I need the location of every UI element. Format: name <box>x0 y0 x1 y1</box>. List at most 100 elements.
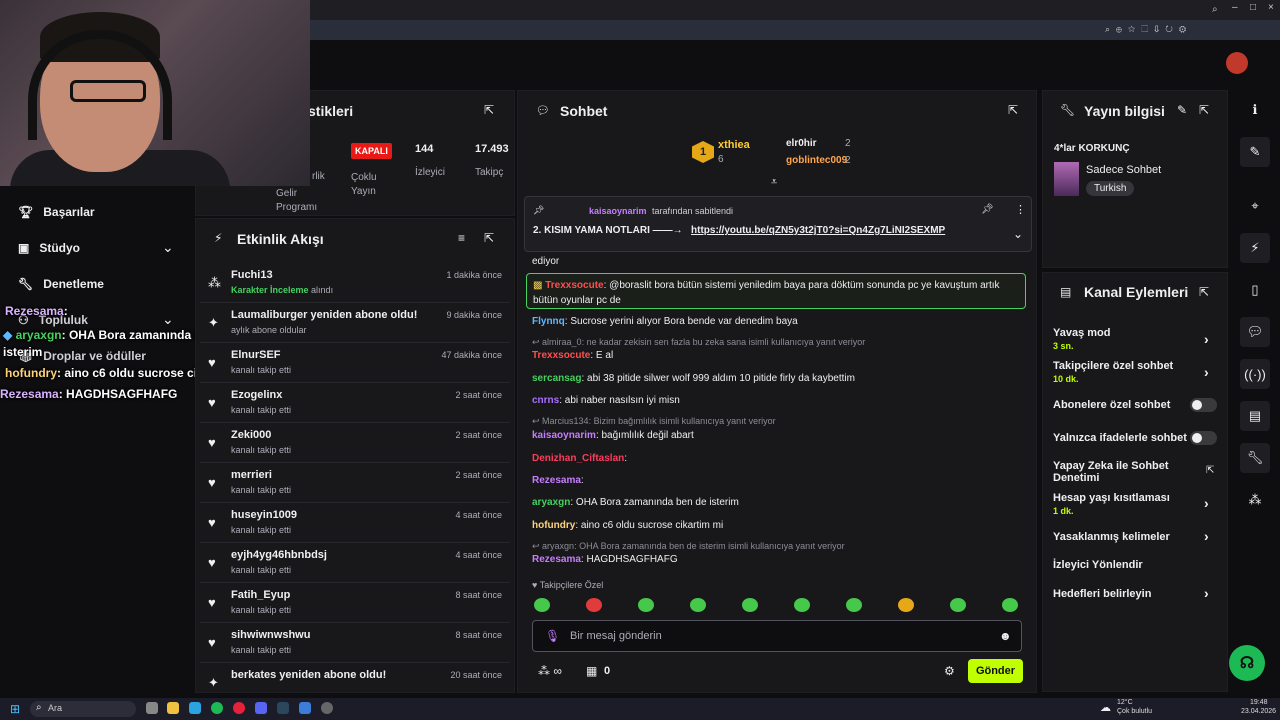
activity-name[interactable]: merrieri <box>231 469 421 481</box>
discord-icon[interactable] <box>255 702 267 714</box>
chat-username[interactable]: Flynnq <box>532 316 565 327</box>
account-age-row[interactable]: Hesap yaşı kısıtlaması 1 dk. <box>1053 492 1170 516</box>
edit-pencil-icon[interactable]: ✎ <box>1240 137 1270 167</box>
activity-item[interactable]: ♥ sihwiwnwshwu kanalı takip etti 8 saat önc… <box>200 623 510 663</box>
redirect-viewers-row[interactable]: İzleyici Yönlendir <box>1053 559 1143 571</box>
emote-icon[interactable] <box>690 598 706 612</box>
emote-icon[interactable] <box>742 598 758 612</box>
chat-username[interactable]: cnrns <box>532 395 559 406</box>
activity-item[interactable]: ✦ berkates yeniden abone oldu! 20 saat önc… <box>200 663 510 703</box>
store-icon[interactable]: ▦ <box>586 664 597 678</box>
emote-icon[interactable] <box>586 598 602 612</box>
chevron-down-icon[interactable]: ⌄ <box>1013 227 1023 241</box>
activity-name[interactable]: huseyin1009 <box>231 509 421 521</box>
popout-icon[interactable]: ⇱ <box>484 103 494 117</box>
activity-item[interactable]: ♥ Fatih_Eyup kanalı takip etti 8 saat önce <box>200 583 510 623</box>
set-goals-row[interactable]: Hedefleri belirleyin <box>1053 588 1151 600</box>
chat-username[interactable]: Denizhan_Ciftaslan <box>532 453 624 464</box>
maximize-icon[interactable]: □ <box>1250 2 1256 13</box>
file-explorer-icon[interactable] <box>167 702 179 714</box>
spotify-icon[interactable] <box>211 702 223 714</box>
activity-name[interactable]: berkates yeniden abone oldu! <box>231 669 421 681</box>
windows-start-icon[interactable]: ⊞ <box>10 702 20 716</box>
activity-item[interactable]: ♥ Ezogelinx kanalı takip etti 2 saat önce <box>200 383 510 423</box>
app-icon[interactable] <box>321 702 333 714</box>
emote-icon[interactable] <box>1002 598 1018 612</box>
task-view-icon[interactable] <box>146 702 158 714</box>
popout-icon[interactable]: ⇱ <box>1008 103 1018 117</box>
close-icon[interactable]: × <box>1268 2 1274 13</box>
search-icon[interactable]: ⌕ <box>1212 4 1218 15</box>
chat-username[interactable]: Trexxsocute <box>545 280 603 291</box>
activity-item[interactable]: ♥ huseyin1009 kanalı takip etti 4 saat önce <box>200 503 510 543</box>
app-icon[interactable] <box>299 702 311 714</box>
external-link-icon[interactable]: ⇱ <box>1206 465 1214 476</box>
sidebar-item-studio[interactable]: ▣ Stüdyo <box>18 241 80 255</box>
activity-name[interactable]: Fuchi13 <box>231 269 421 281</box>
activity-name[interactable]: Laumaliburger yeniden abone oldu! <box>231 309 421 321</box>
leader-second-name[interactable]: elr0hir <box>772 138 817 149</box>
settings-gear-icon[interactable]: ⚙︎ <box>944 664 955 678</box>
activity-item[interactable]: ♥ eyjh4yg46hbnbdsj kanalı takip etti 4 saat… <box>200 543 510 583</box>
activity-name[interactable]: Ezogelinx <box>231 389 421 401</box>
chat-username[interactable]: aryaxgn <box>532 497 570 508</box>
popout-icon[interactable]: ⇱ <box>1199 285 1209 299</box>
user-avatar[interactable] <box>1226 52 1248 74</box>
popout-icon[interactable]: ⇱ <box>1199 103 1209 117</box>
chat-username[interactable]: hofundry <box>532 520 575 531</box>
taskbar-search[interactable]: ⌕ Ara <box>30 701 136 717</box>
chat-username[interactable]: sercansag <box>532 373 581 384</box>
chat-input-box[interactable]: 🎙︎ Bir mesaj gönderin ☻ <box>532 620 1022 652</box>
extensions-icon[interactable]: ⌕⊕☆⬚⇩↻⚙ <box>1105 24 1192 35</box>
activity-name[interactable]: Zeki000 <box>231 429 421 441</box>
wrench-icon[interactable]: 🔧︎ <box>1240 443 1270 473</box>
emoji-icon[interactable]: ☻ <box>999 629 1012 643</box>
minimize-icon[interactable]: – <box>1232 2 1238 13</box>
send-button[interactable]: Gönder <box>968 659 1023 683</box>
blocked-words-row[interactable]: Yasaklanmış kelimeler <box>1053 531 1170 543</box>
opera-gx-icon[interactable] <box>233 702 245 714</box>
activity-item[interactable]: ♥ merrieri kanalı takip etti 2 saat önce <box>200 463 510 503</box>
info-icon[interactable]: ℹ <box>1240 95 1270 125</box>
activity-item[interactable]: ♥ ElnurSEF kanalı takip etti 47 dakika önce <box>200 343 510 383</box>
broadcast-icon[interactable]: ((·)) <box>1240 359 1270 389</box>
emote-icon[interactable] <box>794 598 810 612</box>
collapse-leaderboard-icon[interactable]: ⩡ <box>771 176 777 189</box>
sidebar-item-moderation[interactable]: 🔧︎ Denetleme <box>18 277 104 291</box>
edit-pencil-icon[interactable]: ✎ <box>1177 103 1187 117</box>
emote-icon[interactable] <box>950 598 966 612</box>
focus-icon[interactable]: ⌖ <box>1240 191 1270 221</box>
chevron-right-icon[interactable]: › <box>1204 585 1209 601</box>
chevron-right-icon[interactable]: › <box>1204 528 1209 544</box>
slow-mode-row[interactable]: Yavaş mod 3 sn. <box>1053 327 1110 351</box>
activity-item[interactable]: ✦ Laumaliburger yeniden abone oldu! aylık … <box>200 303 510 343</box>
subs-chat-toggle[interactable] <box>1190 398 1217 412</box>
points-icon[interactable]: ⁂ <box>1240 485 1270 515</box>
emote-icon[interactable] <box>534 598 550 612</box>
more-icon[interactable]: ⋮ <box>1015 203 1026 216</box>
chevron-right-icon[interactable]: › <box>1204 364 1209 380</box>
headset-help-icon[interactable]: ☊ <box>1229 645 1265 681</box>
popout-icon[interactable]: ⇱ <box>484 231 494 245</box>
chat-username[interactable]: kaisaoynarim <box>532 430 596 441</box>
channel-points-icon[interactable]: ⁂ ∞ <box>538 664 562 678</box>
leader-third-name[interactable]: goblintec009 <box>772 155 847 166</box>
emote-icon[interactable] <box>898 598 914 612</box>
channel-actions-icon[interactable]: ▤ <box>1240 401 1270 431</box>
language-tag[interactable]: Turkish <box>1086 181 1135 196</box>
steam-icon[interactable] <box>277 702 289 714</box>
activity-name[interactable]: eyjh4yg46hbnbdsj <box>231 549 421 561</box>
category-name[interactable]: Sadece Sohbet <box>1086 164 1161 176</box>
chevron-down-icon[interactable]: ⌄ <box>162 311 174 328</box>
chevron-down-icon[interactable]: ⌄ <box>162 239 174 256</box>
emote-icon[interactable] <box>846 598 862 612</box>
ai-moderation-row[interactable]: Yapay Zeka ile Sohbet Denetimi <box>1053 460 1193 484</box>
chat-username[interactable]: Rezesama <box>532 475 581 486</box>
followers-chat-row[interactable]: Takipçilere özel sohbet 10 dk. <box>1053 360 1173 384</box>
chevron-right-icon[interactable]: › <box>1204 331 1209 347</box>
filter-icon[interactable]: ≡ <box>458 231 465 245</box>
activity-name[interactable]: Fatih_Eyup <box>231 589 421 601</box>
emote-icon[interactable] <box>638 598 654 612</box>
activity-item[interactable]: ♥ Zeki000 kanalı takip etti 2 saat önce <box>200 423 510 463</box>
activity-item[interactable]: ⁂ Fuchi13 Karakter İnceleme alındı 1 dakika… <box>200 263 510 303</box>
